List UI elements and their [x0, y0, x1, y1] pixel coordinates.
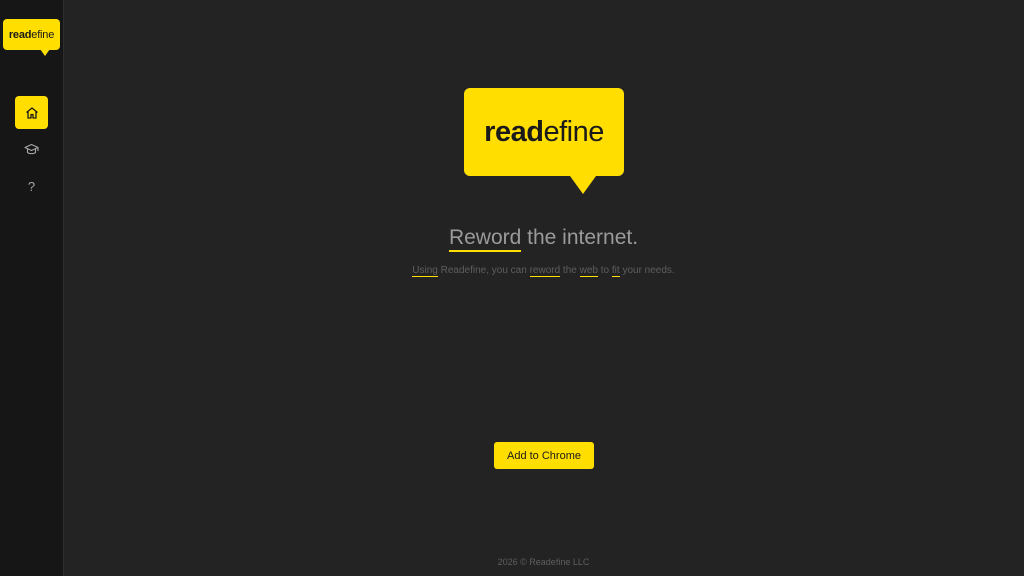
add-to-chrome-button[interactable]: Add to Chrome — [494, 442, 594, 469]
logo-text-bold: read — [8, 28, 32, 41]
sub-highlight-using: Using — [412, 265, 438, 277]
logo-text-regular: efine — [31, 28, 55, 41]
page-subheadline: Using Readefine, you can reword the web … — [63, 265, 1024, 277]
sidebar: read efine ? — [0, 0, 64, 576]
sidebar-logo[interactable]: read efine — [3, 19, 60, 56]
graduation-cap-icon — [24, 143, 39, 155]
home-icon — [25, 106, 38, 119]
sub-highlight-fit: fit — [611, 265, 620, 277]
sub-text-3: to — [597, 265, 612, 276]
question-mark-icon: ? — [27, 179, 36, 194]
page-headline: Reword the internet. — [63, 226, 1024, 252]
sidebar-item-home[interactable] — [15, 96, 48, 129]
hero-logo-text-regular: efine — [543, 115, 604, 148]
hero-logo-text-bold: read — [484, 115, 544, 148]
sidebar-item-learn[interactable] — [15, 133, 48, 166]
sub-text-2: the — [560, 265, 580, 276]
footer-copyright: 2026 © Readefine LLC — [497, 557, 590, 567]
headline-highlight-word: Reword — [448, 226, 522, 252]
sub-text-4: your needs. — [619, 265, 675, 276]
sub-highlight-reword: reword — [529, 265, 561, 277]
sidebar-item-help[interactable]: ? — [15, 170, 48, 203]
sub-text-1: Readefine, you can — [437, 265, 530, 276]
hero-logo: read efine — [464, 88, 624, 194]
sub-highlight-web: web — [579, 265, 598, 277]
headline-rest: the internet. — [521, 226, 639, 249]
